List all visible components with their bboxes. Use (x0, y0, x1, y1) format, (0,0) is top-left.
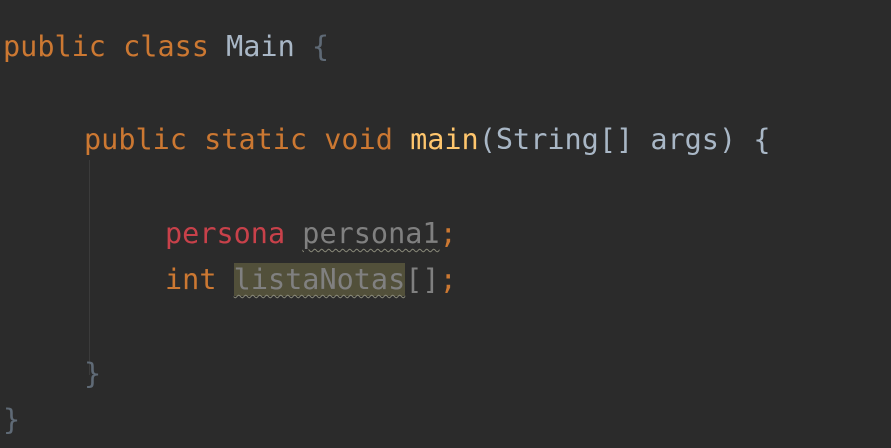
semicolon: ; (439, 263, 457, 296)
class-name: Main (226, 30, 295, 63)
code-editor[interactable]: public class Main { public static void m… (0, 0, 891, 448)
close-brace: } (84, 357, 102, 390)
param-type: String[] (495, 123, 634, 156)
keyword-class: class (123, 30, 209, 63)
code-line-main-method[interactable]: public static void main(String[] args) { (84, 122, 770, 158)
param-name: args (650, 123, 719, 156)
close-paren: ) (718, 123, 737, 156)
code-line-persona-declaration[interactable]: persona persona1; (165, 216, 457, 252)
open-paren: ( (478, 123, 496, 156)
keyword-int: int (165, 263, 217, 296)
keyword-void: void (324, 123, 393, 156)
code-line-class-close[interactable]: } (3, 402, 20, 438)
method-name: main (410, 123, 479, 156)
unresolved-type: persona (165, 217, 286, 250)
semicolon: ; (439, 217, 457, 250)
code-line-class-declaration[interactable]: public class Main { (3, 29, 329, 65)
open-brace: { (753, 123, 771, 156)
indent-guide (89, 160, 90, 375)
code-line-method-close[interactable]: } (84, 356, 101, 392)
array-brackets: [] (405, 263, 440, 296)
close-brace: } (3, 403, 21, 436)
code-line-int-array-declaration[interactable]: int listaNotas[]; (165, 262, 457, 298)
highlighted-variable: listaNotas (233, 263, 406, 296)
open-brace: { (311, 30, 330, 63)
keyword-public: public (3, 30, 106, 63)
unused-variable: persona1 (302, 217, 440, 250)
keyword-public: public (84, 123, 187, 156)
keyword-static: static (204, 123, 308, 156)
